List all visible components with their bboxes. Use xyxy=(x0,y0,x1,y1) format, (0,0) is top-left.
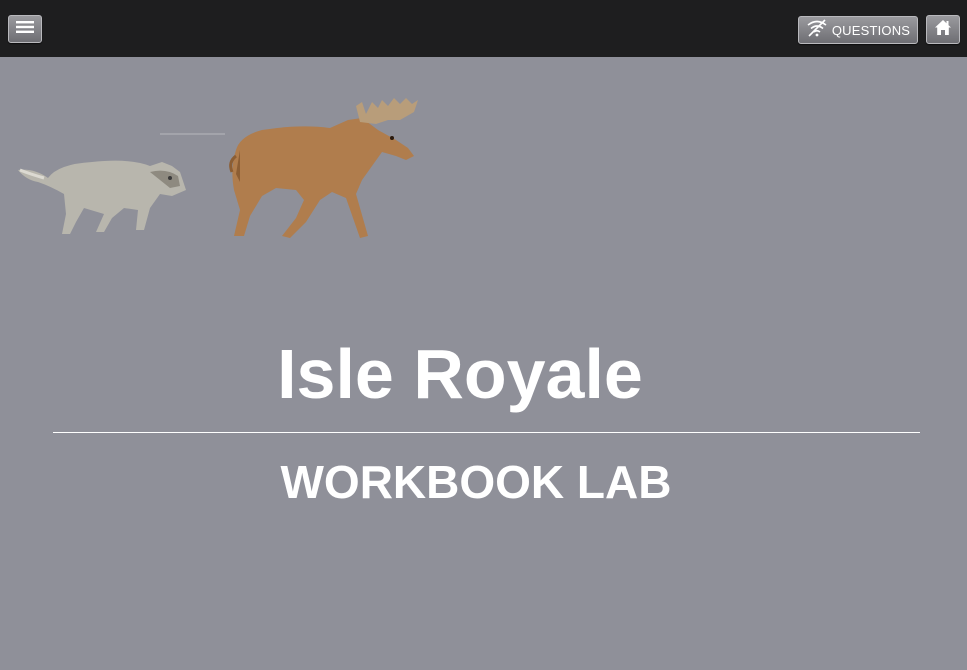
moose-image xyxy=(229,98,418,238)
questions-label: QUESTIONS xyxy=(831,22,911,38)
wolf-image xyxy=(18,133,225,234)
home-icon xyxy=(934,19,952,41)
page-subtitle: WORKBOOK LAB xyxy=(280,456,672,508)
questions-button[interactable]: QUESTIONS xyxy=(798,16,918,44)
page-title: Isle Royale xyxy=(277,335,643,413)
top-toolbar: QUESTIONS xyxy=(0,0,967,57)
menu-button[interactable] xyxy=(8,15,42,43)
home-button[interactable] xyxy=(926,15,960,44)
title-divider xyxy=(53,432,920,433)
no-signal-icon xyxy=(806,18,828,42)
hamburger-menu-icon xyxy=(15,20,35,39)
animal-illustrations xyxy=(0,90,440,250)
